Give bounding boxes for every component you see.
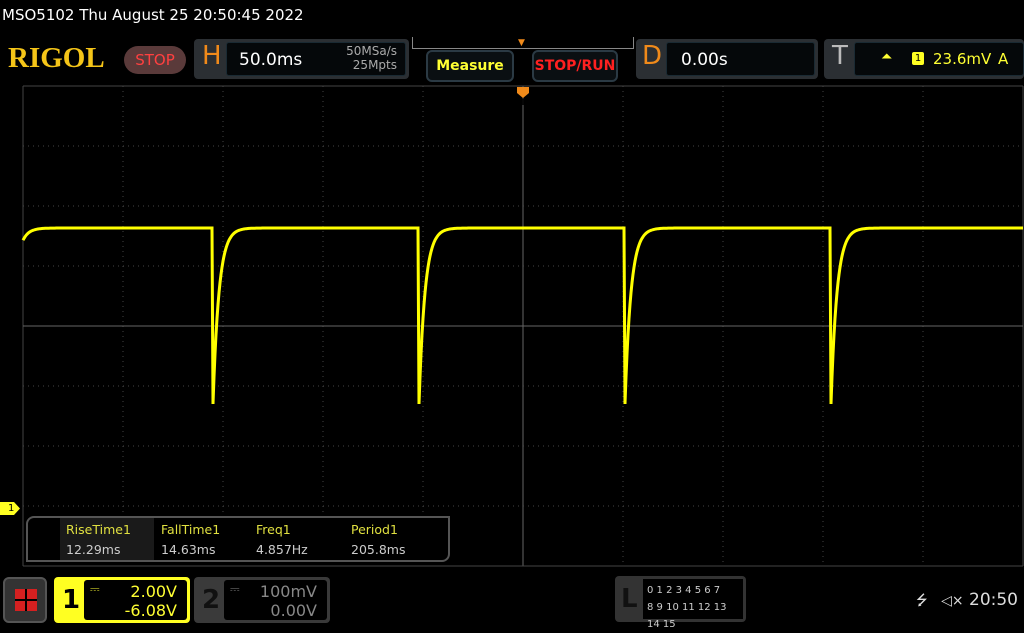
measurement-rise-time[interactable]: RiseTime1 12.29ms	[66, 522, 131, 557]
channel-2-number: 2	[202, 585, 221, 615]
rigol-logo: RIGOL	[8, 42, 105, 74]
delay-value: 0.00s	[681, 50, 728, 70]
svg-text:T: T	[519, 98, 526, 108]
horizontal-panel[interactable]: H 50.0ms 50MSa/s 25Mpts	[194, 39, 409, 79]
timebase-value: 50.0ms	[239, 50, 303, 70]
horizontal-label: H	[202, 41, 222, 71]
trigger-panel[interactable]: T ⏶ 1 23.6mV A	[824, 39, 1024, 79]
delay-label: D	[642, 41, 663, 71]
channel-2-scale: 100mV	[259, 582, 317, 601]
run-state-badge: STOP	[124, 46, 186, 74]
menu-grid-icon	[15, 589, 37, 611]
graticule	[22, 85, 1024, 567]
status-area: ⭍ ◁× 20:50	[916, 590, 1018, 614]
measurement-panel: RiseTime1 12.29ms FallTime1 14.63ms Freq1 4…	[26, 516, 450, 562]
dc-icon: ⎓	[90, 582, 100, 596]
mute-icon[interactable]: ◁×	[941, 593, 964, 609]
channel-2-panel[interactable]: 2 ⎓ 100mV 0.00V	[194, 577, 330, 623]
measurement-freq[interactable]: Freq1 4.857Hz	[256, 522, 308, 557]
measure-button[interactable]: Measure	[426, 50, 514, 82]
trigger-mode: A	[998, 50, 1009, 68]
usb-icon: ⭍	[916, 593, 928, 609]
channel-1-scale: 2.00V	[130, 582, 177, 601]
trigger-label: T	[832, 41, 848, 71]
logic-panel[interactable]: L 0 1 2 3 4 5 6 7 8 9 10 11 12 13 14 15	[615, 576, 746, 630]
measurement-fall-time[interactable]: FallTime1 14.63ms	[161, 522, 220, 557]
channel-1-number: 1	[62, 585, 81, 615]
measurement-period[interactable]: Period1 205.8ms	[351, 522, 405, 557]
dc-icon: ⎓	[230, 582, 240, 596]
sample-rate: 50MSa/s	[346, 44, 397, 58]
trigger-source-badge: 1	[912, 52, 924, 65]
delay-panel[interactable]: D 0.00s	[636, 39, 818, 79]
trigger-marker-icon: T	[517, 87, 529, 108]
channel-1-panel[interactable]: 1 ⎓ 2.00V -6.08V	[54, 577, 190, 623]
stop-run-button[interactable]: STOP/RUN	[532, 50, 618, 82]
main-menu-button[interactable]	[3, 577, 47, 623]
memory-depth: 25Mpts	[352, 58, 397, 72]
trigger-position-marker-icon: ▼	[518, 38, 525, 48]
clock: 20:50	[969, 590, 1018, 610]
channel-1-offset: -6.08V	[124, 601, 177, 620]
logic-channels-row-1: 0 1 2 3 4 5 6 7	[647, 585, 721, 596]
trigger-level: 23.6mV	[933, 50, 992, 68]
logic-label: L	[621, 584, 638, 614]
waveform-display[interactable]: T	[0, 85, 1024, 569]
title-bar: MSO5102 Thu August 25 20:50:45 2022	[2, 6, 304, 24]
rising-edge-icon: ⏶	[881, 49, 893, 65]
channel-2-offset: 0.00V	[270, 601, 317, 620]
logic-channels-row-2: 8 9 10 11 12 13 14 15	[647, 602, 727, 630]
